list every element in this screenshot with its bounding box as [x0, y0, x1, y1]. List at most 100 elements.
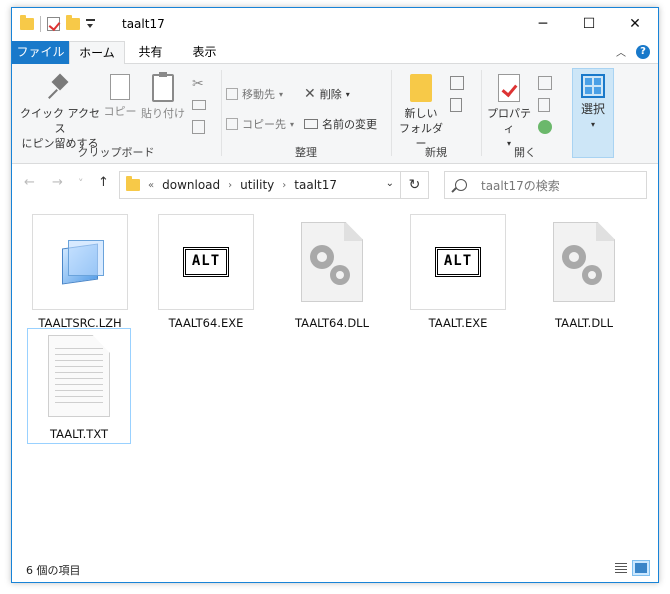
maximize-button[interactable]: ☐: [566, 8, 612, 40]
file-thumbnail: [32, 214, 128, 310]
breadcrumb-item-taalt17[interactable]: taalt17: [294, 178, 337, 192]
dropdown-arrow-icon: ▾: [590, 120, 595, 129]
details-view-button[interactable]: [612, 560, 630, 576]
dll-gear-icon: [553, 222, 615, 302]
properties-button[interactable]: プロパティ ▾: [484, 74, 534, 151]
open-group: プロパティ ▾ 開く: [482, 68, 568, 160]
tab-view[interactable]: 表示: [182, 41, 227, 64]
paste-label: 貼り付け: [141, 107, 185, 120]
file-item-taalt64-exe[interactable]: ALT TAALT64.EXE: [156, 214, 256, 330]
breadcrumb-item-download[interactable]: download: [162, 178, 220, 192]
ribbon-tabs: ファイル ホーム 共有 表示 ︿ ?: [12, 41, 658, 65]
status-bar: 6 個の項目: [12, 556, 658, 582]
search-box[interactable]: taalt17の検索: [444, 171, 647, 199]
delete-icon: ✕: [304, 86, 316, 102]
help-icon[interactable]: ?: [636, 44, 650, 59]
file-item-taalt-txt[interactable]: TAALT.TXT: [27, 328, 131, 444]
text-document-icon: [48, 335, 110, 417]
file-name: TAALT.DLL: [555, 316, 613, 330]
edit-icon[interactable]: [538, 98, 550, 112]
file-item-taalt-dll[interactable]: TAALT.DLL: [534, 214, 634, 330]
move-to-icon: [226, 88, 238, 100]
ribbon-right-controls: ︿ ?: [616, 44, 650, 59]
rename-icon: [304, 119, 318, 129]
new-group: 新しい フォルダー 新規: [392, 68, 480, 160]
easy-access-icon[interactable]: [450, 98, 462, 112]
open-icon[interactable]: [538, 76, 552, 90]
pin-quick-access-button[interactable]: クイック アクセス にピン留めする: [18, 74, 102, 151]
up-button[interactable]: ↑: [98, 175, 109, 190]
history-icon[interactable]: [538, 120, 552, 134]
copy-to-button[interactable]: コピー先 ▾: [226, 116, 294, 132]
quick-access-toolbar: [20, 15, 95, 32]
file-name: TAALT64.EXE: [168, 316, 244, 330]
new-folder-label-line1: 新しい: [404, 107, 438, 120]
file-item-taaltsrc-lzh[interactable]: TAALTSRC.LZH: [30, 214, 130, 330]
refresh-button[interactable]: ↻: [401, 171, 429, 199]
copy-button[interactable]: コピー: [102, 71, 138, 119]
new-group-label: 新規: [425, 146, 447, 159]
paste-shortcut-icon[interactable]: [192, 120, 205, 134]
select-group: 選択 ▾: [572, 68, 614, 160]
open-group-label: 開く: [514, 146, 536, 159]
breadcrumb-separator[interactable]: ›: [282, 180, 286, 191]
new-folder-button[interactable]: 新しい フォルダー: [396, 74, 446, 151]
view-switcher: [612, 560, 650, 576]
new-item-icon[interactable]: [450, 76, 464, 90]
paste-button[interactable]: 貼り付け: [140, 72, 186, 121]
minimize-button[interactable]: ─: [520, 8, 566, 40]
pin-label-line1: クイック アクセス: [20, 107, 100, 135]
folder-icon: [126, 176, 140, 191]
properties-icon: [498, 74, 520, 102]
window-controls: ─ ☐ ✕: [520, 8, 658, 40]
recent-locations-button[interactable]: ˅: [78, 177, 84, 190]
breadcrumb-item-utility[interactable]: utility: [240, 178, 274, 192]
file-thumbnail: ALT: [410, 214, 506, 310]
breadcrumb-overflow[interactable]: «: [148, 180, 154, 191]
clipboard-group-label: クリップボード: [77, 146, 155, 159]
tab-share[interactable]: 共有: [128, 41, 173, 64]
move-to-button[interactable]: 移動先 ▾: [226, 86, 283, 102]
properties-quick-icon[interactable]: [47, 17, 60, 31]
rename-label: 名前の変更: [322, 118, 377, 131]
move-to-label: 移動先: [242, 88, 275, 101]
address-bar[interactable]: « download › utility › taalt17 ⌄: [119, 171, 401, 199]
large-icons-view-button[interactable]: [632, 560, 650, 576]
copy-path-icon[interactable]: [192, 100, 206, 110]
details-view-icon: [615, 563, 627, 573]
cut-icon[interactable]: ✂: [192, 76, 204, 92]
file-name: TAALT64.DLL: [295, 316, 369, 330]
folder-icon: [20, 15, 34, 30]
copy-to-icon: [226, 118, 238, 130]
file-list: TAALTSRC.LZH ALT TAALT64.EXE TAALT64.DLL…: [12, 204, 658, 558]
file-item-taalt-exe[interactable]: ALT TAALT.EXE: [408, 214, 508, 330]
dropdown-arrow-icon: ▾: [345, 89, 350, 99]
explorer-window: taalt17 ─ ☐ ✕ ファイル ホーム 共有 表示 ︿ ? クイック アク…: [11, 7, 659, 583]
select-icon: [581, 74, 605, 98]
collapse-ribbon-icon[interactable]: ︿: [616, 44, 626, 59]
tab-file[interactable]: ファイル: [12, 41, 69, 64]
navigation-bar: ← → ˅ ↑ « download › utility › taalt17 ⌄…: [12, 165, 658, 203]
title-bar: taalt17 ─ ☐ ✕: [12, 8, 658, 41]
file-thumbnail: [284, 214, 380, 310]
address-dropdown-button[interactable]: ⌄: [386, 178, 394, 189]
ribbon: クイック アクセス にピン留めする コピー 貼り付け ✂ クリップボード 移動先…: [12, 64, 658, 164]
copy-to-label: コピー先: [242, 118, 286, 131]
forward-button[interactable]: →: [52, 175, 63, 190]
customize-toolbar-icon[interactable]: [86, 19, 95, 29]
paste-icon: [152, 72, 174, 102]
toolbar-separator: [40, 16, 41, 32]
rename-button[interactable]: 名前の変更: [304, 116, 377, 132]
new-folder-quick-icon[interactable]: [66, 15, 80, 30]
file-item-taalt64-dll[interactable]: TAALT64.DLL: [282, 214, 382, 330]
back-button[interactable]: ←: [24, 175, 35, 190]
select-button-content[interactable]: 選択 ▾: [572, 74, 614, 132]
breadcrumb-separator[interactable]: ›: [228, 180, 232, 191]
delete-button[interactable]: ✕ 削除 ▾: [304, 86, 350, 102]
tab-home[interactable]: ホーム: [69, 41, 125, 65]
copy-icon: [106, 71, 130, 100]
item-count: 6 個の項目: [26, 564, 81, 577]
select-label: 選択: [580, 102, 605, 116]
close-button[interactable]: ✕: [612, 8, 658, 40]
delete-label: 削除: [319, 88, 342, 101]
